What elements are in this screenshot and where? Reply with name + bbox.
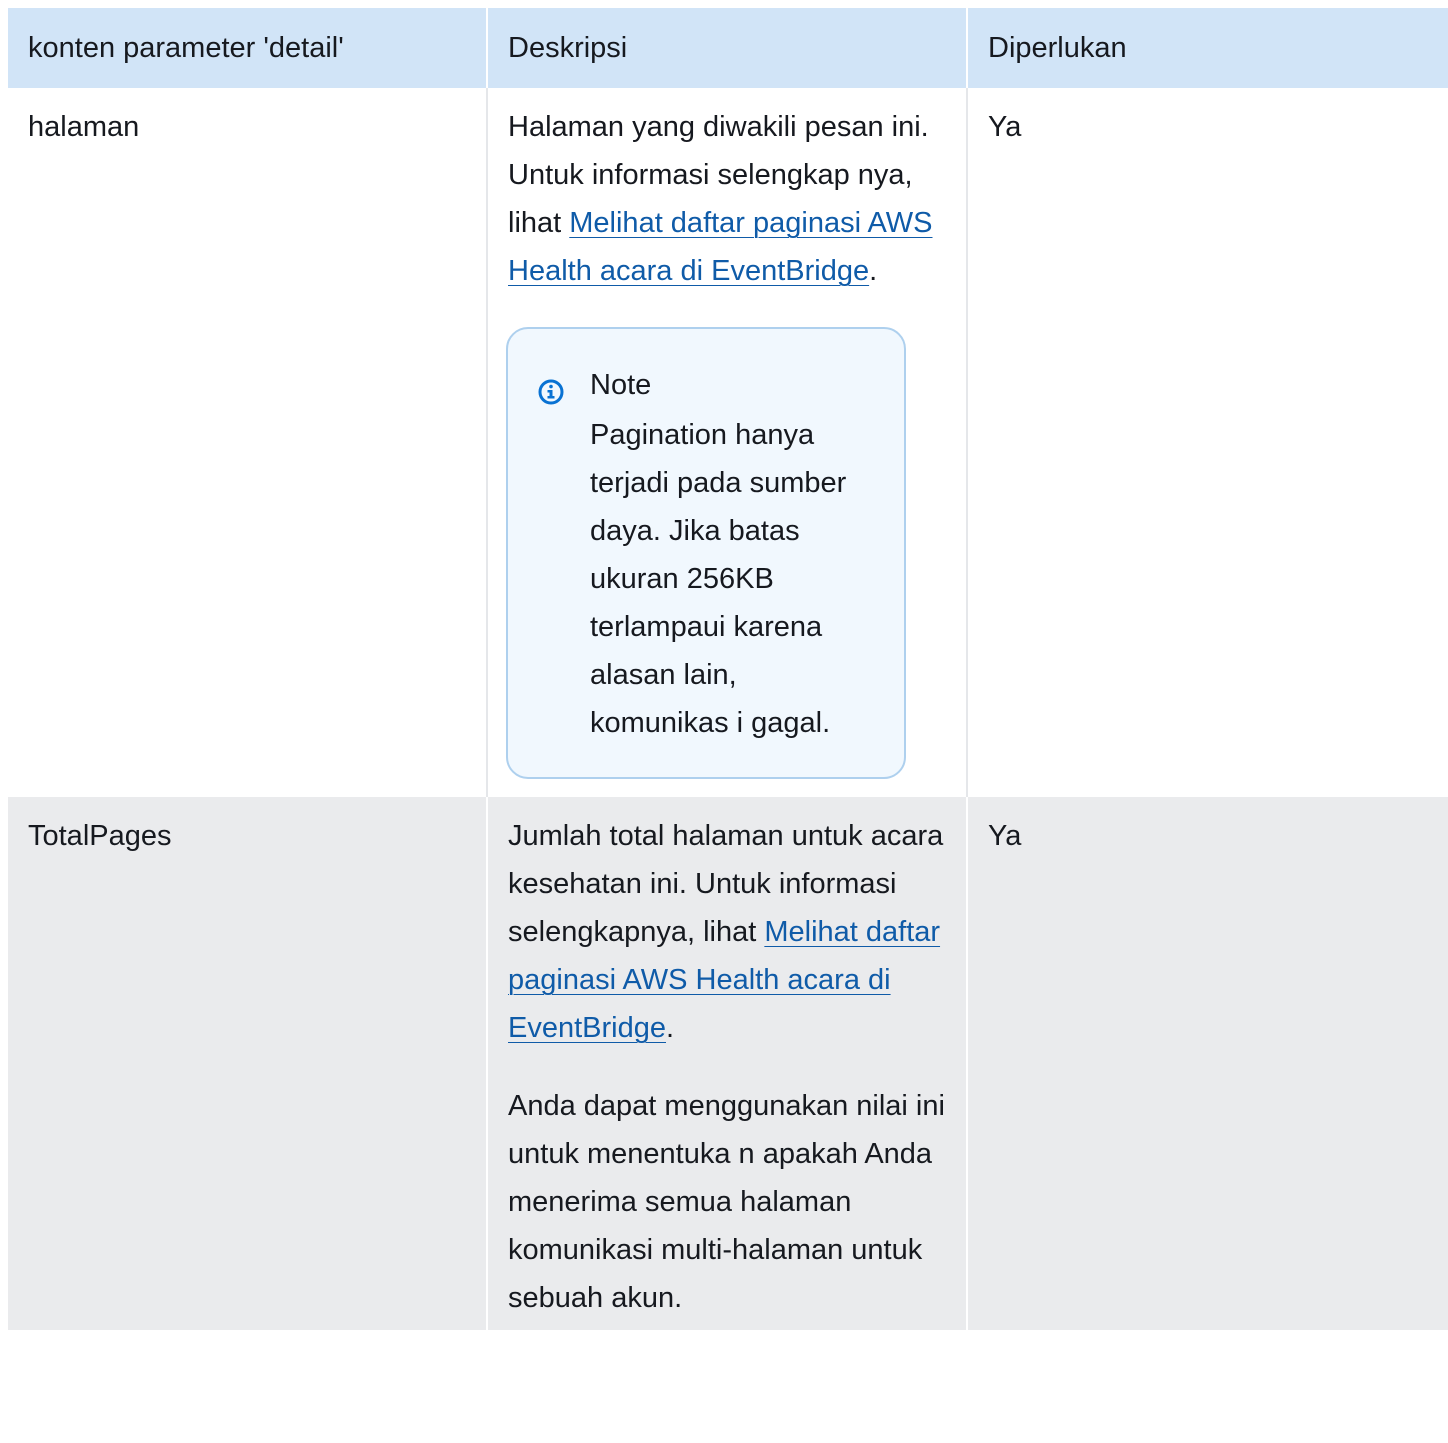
- required-cell: Ya: [967, 88, 1448, 797]
- description-period: .: [666, 1012, 675, 1044]
- description-paragraph: Jumlah total halaman untuk acara kesehat…: [508, 812, 946, 1052]
- header-required: Diperlukan: [967, 8, 1448, 88]
- param-name-cell: halaman: [8, 88, 488, 797]
- detail-parameter-table: konten parameter 'detail' Deskripsi Dipe…: [8, 8, 1448, 1330]
- table-header-row: konten parameter 'detail' Deskripsi Dipe…: [8, 8, 1448, 88]
- param-name-cell: TotalPages: [8, 797, 488, 1330]
- note-header: Note: [538, 361, 870, 409]
- header-description: Deskripsi: [487, 8, 968, 88]
- note-body: Pagination hanya terjadi pada sumber day…: [590, 419, 847, 739]
- parameter-table-container: konten parameter 'detail' Deskripsi Dipe…: [8, 8, 1448, 1330]
- description-extra-paragraph: Anda dapat menggunakan nilai ini untuk m…: [508, 1090, 945, 1314]
- info-icon: [538, 372, 564, 405]
- table-row: TotalPages Jumlah total halaman untuk ac…: [8, 797, 1448, 1330]
- description-period: .: [869, 255, 878, 287]
- header-parameter: konten parameter 'detail': [8, 8, 488, 88]
- table-row: halaman Halaman yang diwakili pesan ini.…: [8, 88, 1448, 797]
- required-cell: Ya: [967, 797, 1448, 1330]
- description-paragraph: Halaman yang diwakili pesan ini. Untuk i…: [508, 103, 946, 295]
- description-cell: Halaman yang diwakili pesan ini. Untuk i…: [487, 88, 968, 797]
- note-callout: Note Pagination hanya terjadi pada sumbe…: [506, 327, 906, 779]
- description-cell: Jumlah total halaman untuk acara kesehat…: [487, 797, 968, 1330]
- note-title: Note: [590, 369, 652, 401]
